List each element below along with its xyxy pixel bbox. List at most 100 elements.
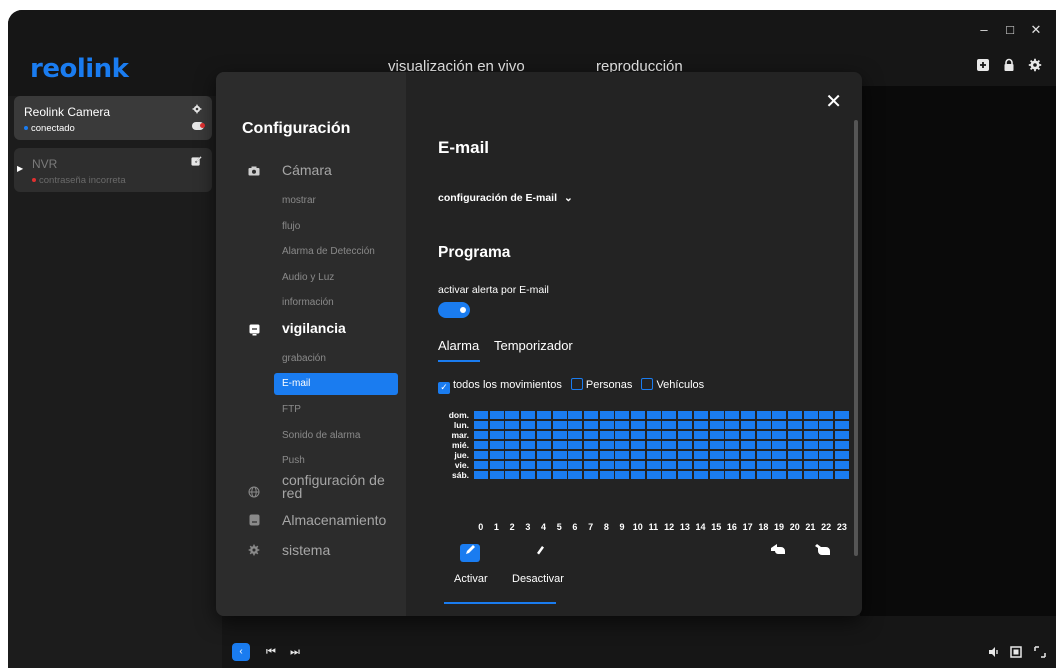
- schedule-cell[interactable]: [521, 410, 536, 419]
- paste-schedule-icon[interactable]: [814, 542, 832, 559]
- schedule-cell[interactable]: [740, 430, 755, 439]
- filter-vehicles[interactable]: Vehículos: [641, 378, 704, 391]
- schedule-cell[interactable]: [693, 420, 708, 429]
- schedule-cell[interactable]: [835, 450, 850, 459]
- previous-icon[interactable]: ⏮: [266, 646, 276, 659]
- deactivate-eraser-icon[interactable]: [530, 544, 550, 562]
- schedule-cell[interactable]: [536, 470, 551, 479]
- schedule-cell[interactable]: [631, 410, 645, 419]
- schedule-cell[interactable]: [772, 410, 787, 419]
- schedule-cell[interactable]: [803, 440, 818, 449]
- schedule-cell[interactable]: [599, 440, 614, 449]
- schedule-cell[interactable]: [568, 410, 583, 419]
- schedule-cell[interactable]: [772, 460, 787, 469]
- schedule-cell[interactable]: [678, 410, 693, 419]
- schedule-cell[interactable]: [678, 420, 693, 429]
- schedule-cell[interactable]: [521, 450, 536, 459]
- activate-label[interactable]: Activar: [454, 573, 488, 585]
- schedule-cell[interactable]: [552, 430, 567, 439]
- schedule-cell[interactable]: [662, 470, 677, 479]
- copy-schedule-icon[interactable]: [770, 542, 788, 559]
- schedule-cell[interactable]: [646, 460, 661, 469]
- fullscreen-icon[interactable]: [1034, 646, 1046, 661]
- settings-gear-icon[interactable]: [1028, 58, 1042, 72]
- device-card-camera[interactable]: Reolink Camera conectado: [14, 96, 212, 140]
- email-alert-toggle[interactable]: [438, 302, 470, 318]
- nav-item-mostrar[interactable]: mostrar: [282, 195, 316, 206]
- device-card-nvr[interactable]: ▶ NVR contraseña incorreta: [14, 148, 212, 192]
- schedule-cell[interactable]: [521, 430, 536, 439]
- schedule-cell[interactable]: [583, 450, 598, 459]
- schedule-cell[interactable]: [709, 440, 724, 449]
- schedule-cell[interactable]: [521, 420, 536, 429]
- schedule-cell[interactable]: [536, 440, 551, 449]
- schedule-cell[interactable]: [489, 440, 504, 449]
- schedule-cell[interactable]: [709, 420, 724, 429]
- schedule-cell[interactable]: [474, 450, 488, 459]
- schedule-cell[interactable]: [489, 420, 504, 429]
- schedule-cell[interactable]: [552, 460, 567, 469]
- schedule-cell[interactable]: [615, 470, 630, 479]
- schedule-cell[interactable]: [709, 430, 724, 439]
- schedule-cell[interactable]: [709, 460, 724, 469]
- schedule-cell[interactable]: [599, 460, 614, 469]
- schedule-cell[interactable]: [693, 450, 708, 459]
- schedule-cell[interactable]: [568, 450, 583, 459]
- schedule-cell[interactable]: [835, 460, 850, 469]
- schedule-cell[interactable]: [835, 440, 850, 449]
- schedule-cell[interactable]: [772, 420, 787, 429]
- layout-icon[interactable]: [1010, 646, 1022, 661]
- schedule-cell[interactable]: [489, 430, 504, 439]
- schedule-cell[interactable]: [756, 450, 771, 459]
- next-icon[interactable]: ⏭: [290, 646, 300, 659]
- schedule-cell[interactable]: [819, 450, 834, 459]
- collapse-sidebar-button[interactable]: ‹: [232, 643, 250, 661]
- schedule-cell[interactable]: [536, 460, 551, 469]
- schedule-cell[interactable]: [474, 470, 488, 479]
- schedule-cell[interactable]: [631, 460, 645, 469]
- schedule-cell[interactable]: [599, 410, 614, 419]
- schedule-cell[interactable]: [788, 420, 802, 429]
- schedule-cell[interactable]: [788, 410, 802, 419]
- schedule-cell[interactable]: [474, 420, 488, 429]
- schedule-cell[interactable]: [678, 430, 693, 439]
- schedule-cell[interactable]: [568, 470, 583, 479]
- schedule-cell[interactable]: [740, 450, 755, 459]
- schedule-cell[interactable]: [725, 450, 740, 459]
- schedule-cell[interactable]: [552, 420, 567, 429]
- schedule-cell[interactable]: [693, 470, 708, 479]
- schedule-cell[interactable]: [725, 460, 740, 469]
- schedule-cell[interactable]: [662, 430, 677, 439]
- schedule-cell[interactable]: [819, 410, 834, 419]
- schedule-cell[interactable]: [772, 430, 787, 439]
- schedule-cell[interactable]: [835, 410, 850, 419]
- schedule-cell[interactable]: [646, 470, 661, 479]
- section-vigilancia[interactable]: vigilancia: [282, 320, 346, 336]
- nav-item-flujo[interactable]: flujo: [282, 221, 300, 232]
- schedule-cell[interactable]: [583, 410, 598, 419]
- schedule-cell[interactable]: [740, 420, 755, 429]
- schedule-cell[interactable]: [536, 450, 551, 459]
- schedule-cell[interactable]: [489, 470, 504, 479]
- device-settings-icon[interactable]: [192, 104, 202, 117]
- email-config-dropdown[interactable]: configuración de E-mail ⌄: [438, 192, 573, 204]
- schedule-cell[interactable]: [725, 430, 740, 439]
- schedule-cell[interactable]: [505, 420, 520, 429]
- schedule-cell[interactable]: [740, 440, 755, 449]
- close-window-button[interactable]: ✕: [1028, 22, 1044, 38]
- schedule-cell[interactable]: [756, 460, 771, 469]
- schedule-cell[interactable]: [662, 410, 677, 419]
- schedule-cell[interactable]: [662, 460, 677, 469]
- schedule-cell[interactable]: [756, 470, 771, 479]
- nav-item-email[interactable]: E-mail: [274, 373, 398, 395]
- close-dialog-icon[interactable]: ✕: [825, 92, 842, 112]
- schedule-cell[interactable]: [819, 460, 834, 469]
- schedule-cell[interactable]: [615, 460, 630, 469]
- schedule-cell[interactable]: [568, 460, 583, 469]
- schedule-cell[interactable]: [631, 420, 645, 429]
- schedule-cell[interactable]: [819, 420, 834, 429]
- schedule-cell[interactable]: [772, 450, 787, 459]
- schedule-cell[interactable]: [615, 410, 630, 419]
- filter-all-motion[interactable]: ✓ todos los movimientos: [438, 379, 562, 394]
- schedule-cell[interactable]: [740, 460, 755, 469]
